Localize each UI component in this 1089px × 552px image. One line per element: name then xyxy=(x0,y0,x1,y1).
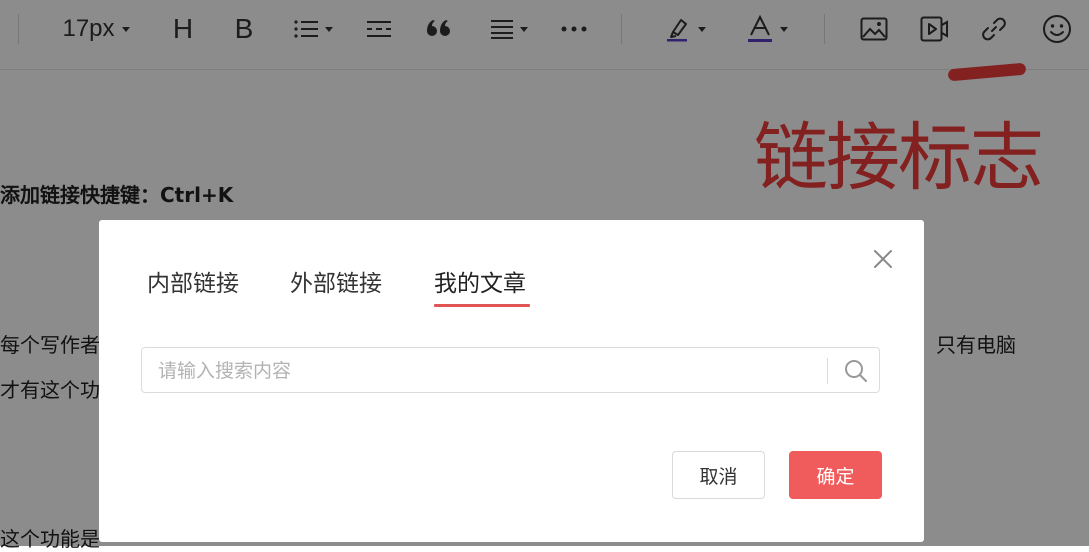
cancel-button[interactable]: 取消 xyxy=(672,451,765,499)
search-input[interactable] xyxy=(156,357,810,385)
tab-internal-link[interactable]: 内部链接 xyxy=(147,264,239,298)
search-divider xyxy=(827,358,828,384)
search-icon[interactable] xyxy=(842,357,870,385)
tab-my-articles[interactable]: 我的文章 xyxy=(434,264,526,298)
active-tab-indicator xyxy=(434,304,530,307)
tab-external-link[interactable]: 外部链接 xyxy=(290,264,382,298)
search-box xyxy=(141,347,880,393)
link-dialog: 内部链接 外部链接 我的文章 取消 确定 xyxy=(99,220,924,542)
close-icon[interactable] xyxy=(872,248,894,270)
confirm-button[interactable]: 确定 xyxy=(789,451,882,499)
